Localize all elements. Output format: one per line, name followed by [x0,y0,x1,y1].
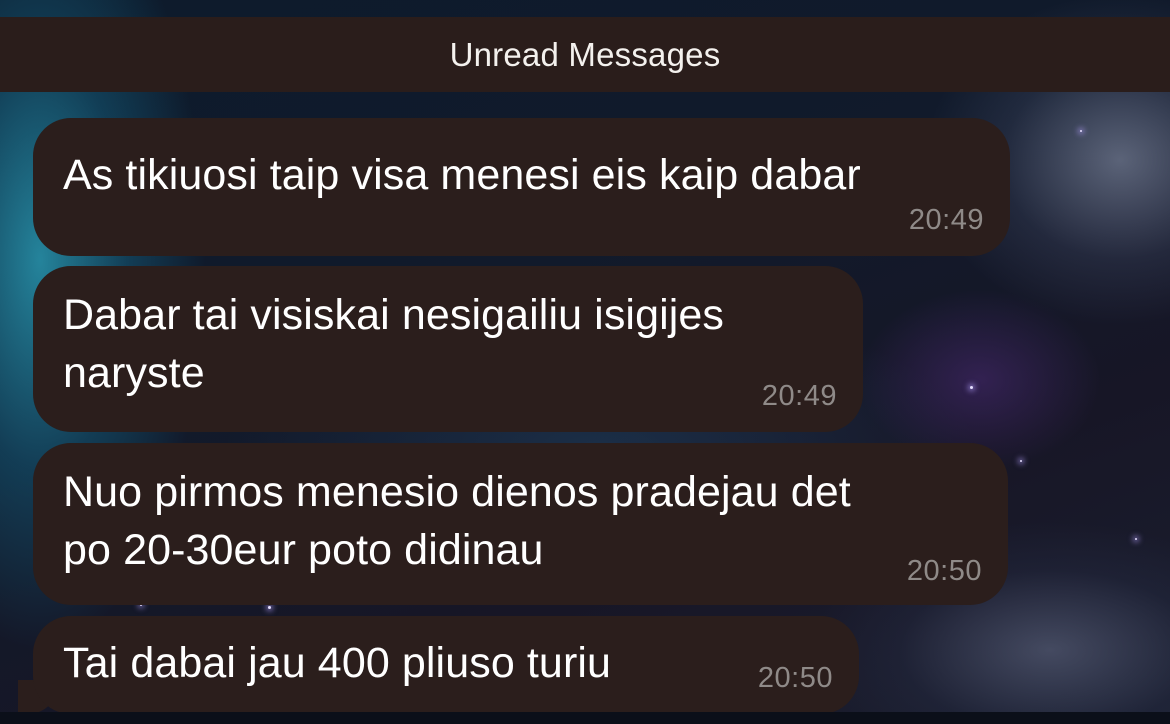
wallpaper-star [1080,130,1082,132]
wallpaper-star [970,386,973,389]
message-text: Tai dabai jau 400 pliuso turiu [63,639,612,687]
unread-messages-divider: Unread Messages [0,17,1170,92]
wallpaper-star [268,606,271,609]
message-text: As tikiuosi taip visa menesi eis kaip da… [63,151,861,199]
unread-messages-label: Unread Messages [449,35,721,73]
message-bubble[interactable]: Dabar tai visiskai nesigailiu isigijes n… [33,266,863,432]
message-text: Nuo pirmos menesio dienos pradejau det p… [63,468,851,574]
message-timestamp: 20:49 [908,204,984,236]
message-text: Dabar tai visiskai nesigailiu isigijes n… [63,291,725,397]
message-timestamp: 20:50 [906,555,982,587]
wallpaper-star [1135,538,1137,540]
message-bubble[interactable]: As tikiuosi taip visa menesi eis kaip da… [33,118,1010,256]
message-bubble[interactable]: Tai dabai jau 400 pliuso turiu 20:50 [33,616,859,714]
bottom-edge [0,712,1170,724]
message-timestamp: 20:49 [761,380,837,412]
message-bubble[interactable]: Nuo pirmos menesio dienos pradejau det p… [33,443,1008,605]
message-timestamp: 20:50 [757,662,833,694]
wallpaper-star [1020,460,1022,462]
